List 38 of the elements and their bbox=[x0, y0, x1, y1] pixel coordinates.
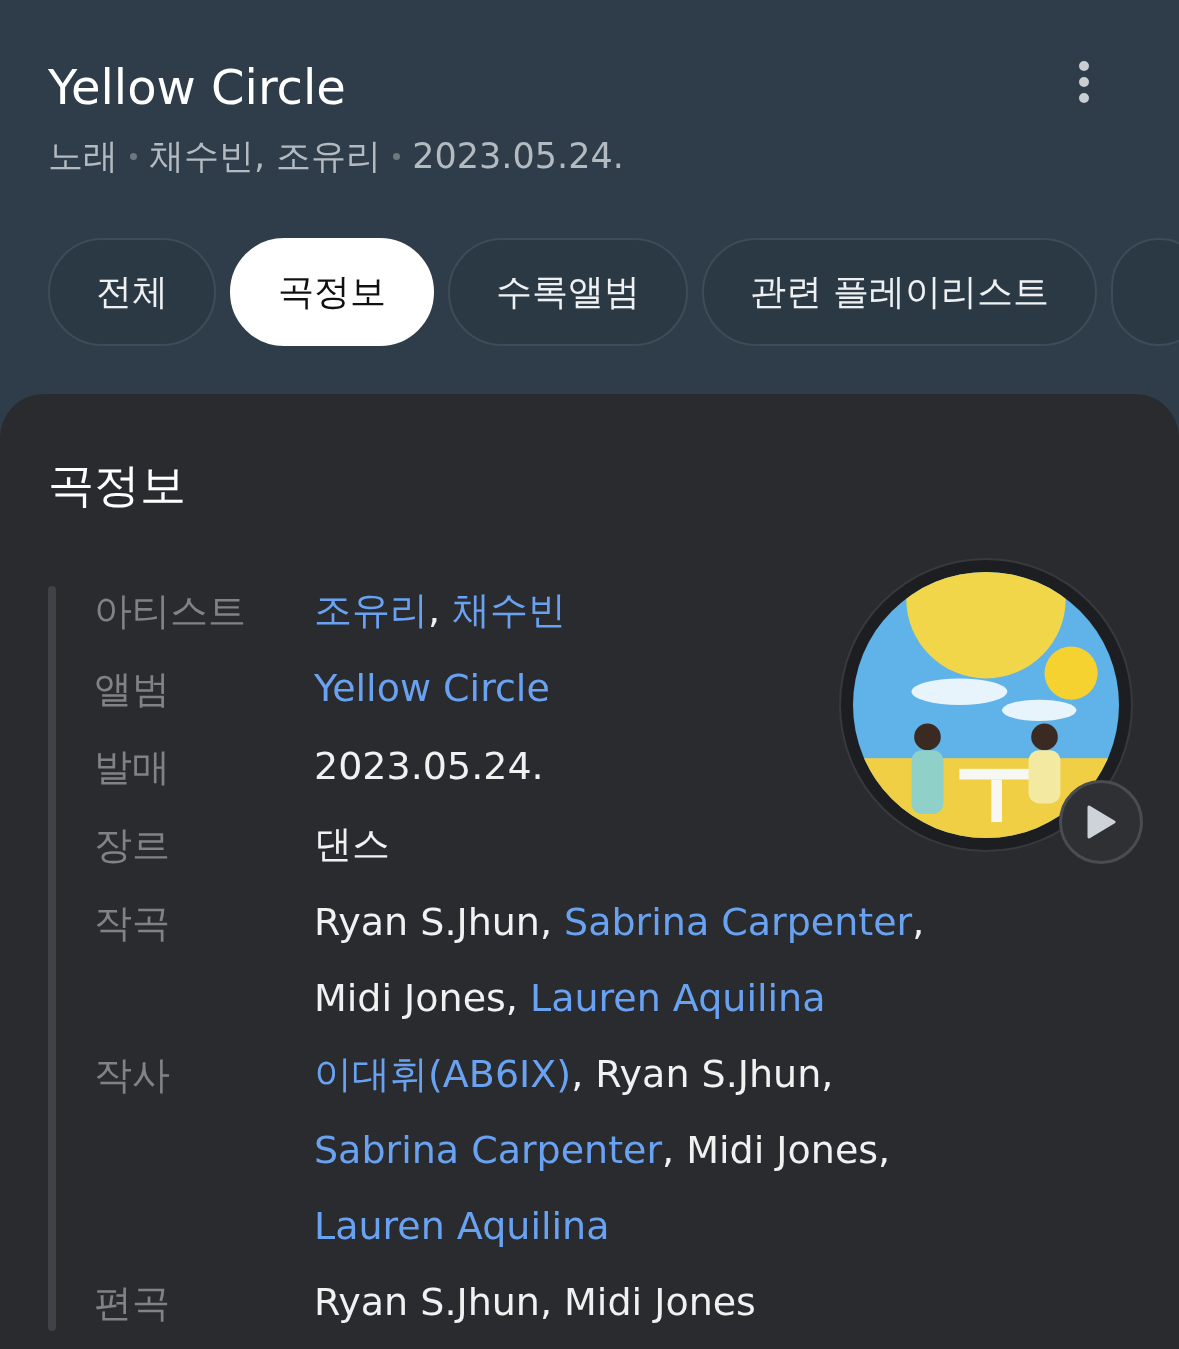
value-text: Midi Jones, bbox=[686, 1127, 892, 1174]
value-text: Ryan S.Jhun, Midi Jones bbox=[314, 1279, 756, 1326]
link[interactable]: 이대휘(AB6IX) bbox=[314, 1036, 572, 1112]
field-label: 발매 bbox=[94, 744, 171, 791]
link[interactable]: Sabrina Carpenter bbox=[564, 884, 913, 960]
value-text: , bbox=[428, 587, 442, 634]
section-title: 곡정보 bbox=[48, 457, 187, 514]
value-text: , bbox=[662, 1127, 676, 1174]
field-label: 앨범 bbox=[94, 666, 171, 713]
song-title: Yellow Circle bbox=[48, 58, 347, 117]
value-text: , bbox=[912, 899, 926, 946]
value-text: Midi Jones, bbox=[314, 975, 519, 1022]
more-options-icon[interactable] bbox=[1077, 60, 1091, 104]
tab[interactable]: 전체 bbox=[48, 238, 216, 346]
link[interactable]: 채수빈 bbox=[452, 572, 567, 648]
separator-dot-icon bbox=[393, 152, 401, 160]
field-label: 편곡 bbox=[94, 1280, 171, 1327]
song-meta: 노래 bbox=[48, 135, 118, 178]
value-text: Ryan S.Jhun, bbox=[314, 899, 553, 946]
field-label: 아티스트 bbox=[94, 588, 247, 635]
field-label: 작곡 bbox=[94, 900, 171, 947]
value-text: 댄스 bbox=[314, 821, 390, 868]
link[interactable]: 조유리 bbox=[314, 572, 428, 648]
tab[interactable]: 관련 플레이리스트 bbox=[702, 238, 1098, 346]
song-meta: 2023.05.24. bbox=[412, 135, 624, 178]
tab[interactable]: 수록앨범 bbox=[448, 238, 688, 346]
link[interactable]: Lauren Aquilina bbox=[314, 1188, 610, 1264]
value-text: 2023.05.24. bbox=[314, 743, 544, 790]
separator-dot-icon bbox=[130, 152, 137, 160]
field-label: 장르 bbox=[94, 822, 171, 869]
play-icon bbox=[1086, 805, 1116, 839]
link[interactable]: Sabrina Carpenter bbox=[314, 1112, 663, 1188]
value-text: , Ryan S.Jhun, bbox=[571, 1051, 835, 1098]
song-meta: 채수빈, 조유리 bbox=[149, 135, 382, 178]
link[interactable]: Yellow Circle bbox=[314, 650, 550, 726]
tab[interactable]: 곡정보 bbox=[230, 238, 434, 346]
field-label: 작사 bbox=[94, 1052, 171, 1099]
link[interactable]: Lauren Aquilina bbox=[530, 960, 826, 1036]
